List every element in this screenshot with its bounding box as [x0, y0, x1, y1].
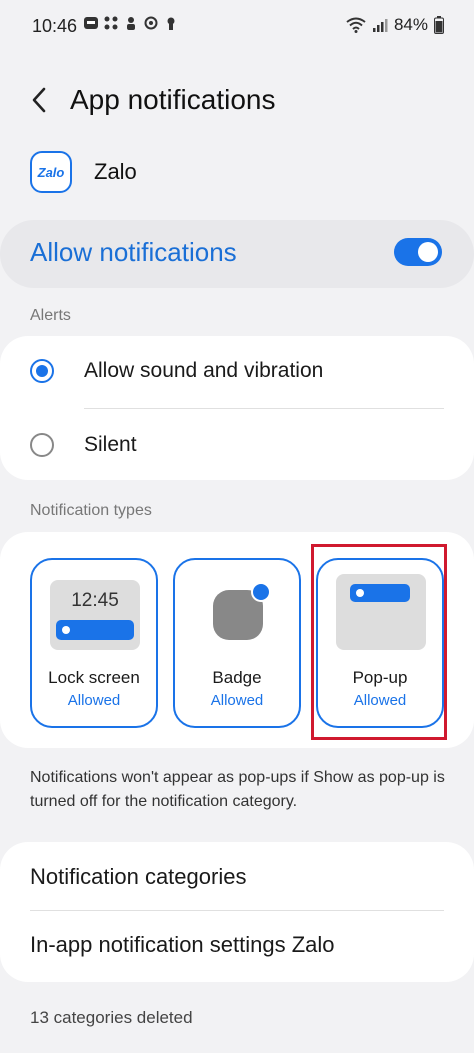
allow-notifications-toggle[interactable] — [394, 238, 442, 266]
tile-status-badge: Allowed — [210, 692, 264, 709]
zalo-logo-icon: Zalo — [30, 151, 72, 193]
notification-dot — [62, 626, 70, 634]
cluster-icon — [104, 16, 118, 30]
tile-lock-screen[interactable]: 12:45 Lock screen Allowed — [30, 558, 158, 728]
badge-dot-icon — [251, 582, 271, 602]
radio-label-sound-vibration: Allow sound and vibration — [84, 359, 324, 382]
zalo-notification-icon — [84, 17, 98, 29]
back-arrow-icon[interactable] — [26, 84, 54, 116]
menu-card: Notification categories In-app notificat… — [0, 842, 474, 982]
lock-screen-preview-time: 12:45 — [71, 590, 119, 611]
tile-status-lock-screen: Allowed — [67, 692, 121, 709]
allow-notifications-label: Allow notifications — [30, 237, 237, 267]
status-time: 10:46 — [32, 16, 78, 36]
app-notifications-screen: 10:46 84% App notifications Zalo Zalo Al… — [0, 0, 474, 1053]
keyhole-icon — [167, 17, 175, 30]
status-bar: 10:46 84% — [0, 0, 474, 50]
app-info-row: Zalo Zalo — [30, 150, 137, 194]
alerts-section-label: Alerts — [30, 307, 71, 324]
battery-icon — [434, 16, 444, 34]
tile-label-lock-screen: Lock screen — [48, 668, 140, 687]
status-notification-icons — [84, 16, 178, 30]
alerts-divider — [84, 408, 444, 409]
categories-deleted-text: 13 categories deleted — [30, 1008, 193, 1027]
notification-types-section-label: Notification types — [30, 502, 152, 519]
menu-item-notification-categories[interactable]: Notification categories — [0, 844, 474, 910]
menu-item-in-app-settings[interactable]: In-app notification settings Zalo — [0, 912, 474, 978]
circle-icon — [144, 16, 158, 30]
radio-row-silent[interactable]: Silent — [0, 414, 474, 474]
person-icon — [127, 17, 135, 30]
app-logo-text: Zalo — [37, 164, 65, 180]
lock-screen-preview-notification — [56, 620, 134, 640]
battery-percent: 84% — [393, 15, 428, 34]
pop-up-highlight-box — [311, 544, 447, 740]
alerts-card: Allow sound and vibration Silent — [0, 336, 474, 480]
radio-row-sound-vibration[interactable]: Allow sound and vibration — [0, 340, 474, 400]
status-system-icons: 84% — [346, 15, 444, 35]
wifi-icon — [346, 17, 366, 33]
tile-badge[interactable]: Badge Allowed — [173, 558, 301, 728]
radio-label-silent: Silent — [84, 433, 137, 456]
toggle-knob — [418, 242, 438, 262]
menu-divider — [30, 910, 444, 911]
allow-notifications-row[interactable]: Allow notifications — [0, 220, 474, 288]
signal-icon — [372, 19, 388, 32]
radio-sound-vibration[interactable] — [30, 359, 54, 383]
menu-label-in-app-settings: In-app notification settings Zalo — [30, 932, 335, 957]
page-title: App notifications — [70, 84, 276, 115]
tile-label-badge: Badge — [212, 668, 262, 687]
app-name: Zalo — [94, 159, 137, 184]
pop-up-note: Notifications won't appear as pop-ups if… — [30, 769, 445, 810]
lock-screen-preview: 12:45 — [50, 580, 140, 650]
radio-silent[interactable] — [30, 433, 54, 457]
badge-app-icon — [213, 582, 271, 640]
menu-label-notification-categories: Notification categories — [30, 864, 247, 889]
